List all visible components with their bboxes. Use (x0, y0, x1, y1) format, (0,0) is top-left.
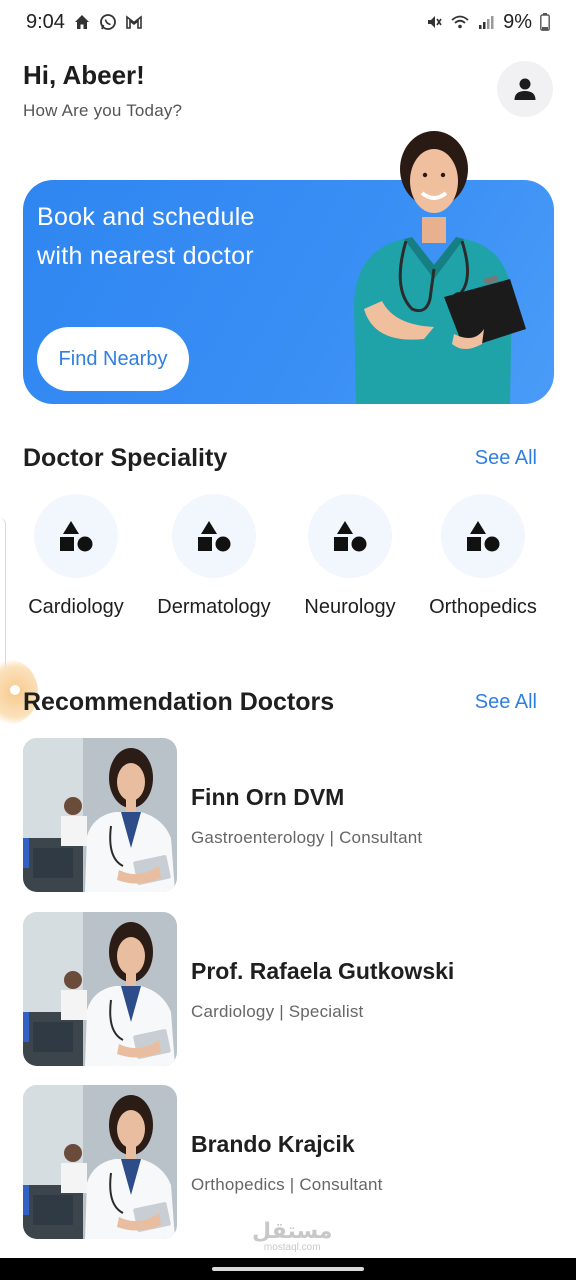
doctor-photo (23, 912, 177, 1066)
doctor-card[interactable]: Prof. Rafaela Gutkowski Cardiology | Spe… (23, 912, 543, 1066)
speciality-item-cardiology[interactable]: Cardiology (23, 494, 129, 619)
watermark: مستقل mostaql.com (252, 1218, 332, 1253)
doctor-photo (23, 1085, 177, 1239)
greeting-title: Hi, Abeer! (23, 60, 145, 90)
greeting: Hi, Abeer! How Are you Today? (23, 60, 182, 121)
speciality-label: Neurology (304, 596, 396, 618)
speciality-title: Doctor Speciality (23, 444, 228, 472)
status-left: 9:04 (26, 11, 143, 34)
promo-banner: Book and schedule with nearest doctor Fi… (23, 131, 554, 404)
whatsapp-icon (100, 14, 116, 30)
status-right: 9% (425, 11, 550, 34)
battery-level: 9% (503, 10, 532, 33)
doctor-name: Finn Orn DVM (191, 784, 345, 810)
signal-icon (479, 16, 494, 29)
watermark-url: mostaql.com (263, 1242, 321, 1253)
find-nearby-button[interactable]: Find Nearby (37, 327, 189, 391)
speciality-item-dermatology[interactable]: Dermatology (150, 494, 278, 619)
watermark-arabic: مستقل (252, 1218, 333, 1243)
speciality-label: Orthopedics (429, 596, 537, 618)
shapes-icon (198, 521, 231, 552)
speciality-list: Cardiology Dermatology Neurology Orthope… (0, 494, 576, 634)
speciality-icon-circle (441, 494, 525, 578)
system-nav-bar (0, 1258, 576, 1280)
floating-bubble-dot (10, 685, 20, 695)
doctor-card[interactable]: Finn Orn DVM Gastroenterology | Consulta… (23, 738, 543, 892)
home-icon (74, 15, 89, 29)
shapes-icon (60, 521, 93, 552)
speciality-item-orthopedics[interactable]: Orthopedics (422, 494, 544, 619)
doctor-card[interactable]: Brando Krajcik Orthopedics | Consultant (23, 1085, 543, 1239)
wifi-icon (451, 15, 469, 29)
status-time: 9:04 (26, 10, 65, 33)
recommendation-see-all-link[interactable]: See All (475, 691, 537, 714)
recommendation-title: Recommendation Doctors (23, 688, 335, 716)
mute-icon (428, 16, 442, 28)
gmail-icon (126, 15, 142, 29)
recommendation-header: Recommendation Doctors See All (23, 688, 537, 717)
speciality-icon-circle (34, 494, 118, 578)
shapes-icon (467, 521, 500, 552)
home-gesture-handle[interactable] (212, 1267, 364, 1271)
doctor-speciality: Orthopedics | Consultant (191, 1175, 383, 1194)
greeting-subtitle: How Are you Today? (23, 101, 183, 120)
speciality-label: Cardiology (28, 596, 124, 618)
user-icon (514, 78, 536, 100)
doctor-name: Prof. Rafaela Gutkowski (191, 958, 455, 984)
speciality-icon-circle (172, 494, 256, 578)
doctor-speciality: Gastroenterology | Consultant (191, 828, 423, 847)
battery-icon (540, 13, 550, 31)
profile-button[interactable] (497, 61, 553, 117)
doctor-illustration (354, 131, 526, 404)
doctor-photo (23, 738, 177, 892)
banner-text: Book and schedule with nearest doctor (37, 203, 255, 270)
speciality-label: Dermatology (157, 596, 271, 618)
speciality-header: Doctor Speciality See All (23, 444, 537, 473)
speciality-see-all-link[interactable]: See All (475, 447, 537, 470)
shapes-icon (334, 521, 367, 552)
doctor-speciality: Cardiology | Specialist (191, 1002, 364, 1021)
speciality-icon-circle (308, 494, 392, 578)
status-bar: 9:04 9% (0, 0, 576, 44)
doctor-name: Brando Krajcik (191, 1131, 355, 1157)
speciality-item-neurology[interactable]: Neurology (299, 494, 401, 619)
